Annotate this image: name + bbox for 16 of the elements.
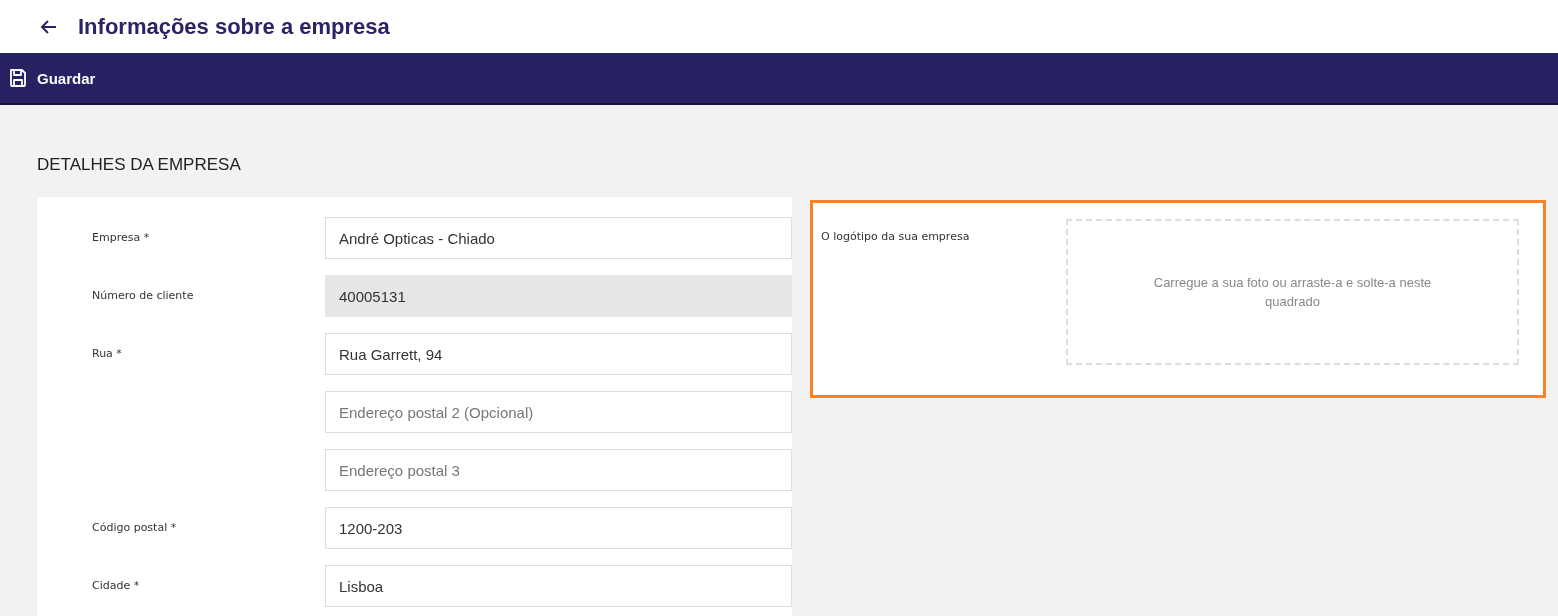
field-label: Cidade *	[92, 579, 140, 592]
input-field[interactable]: Rua Garrett, 94	[325, 333, 792, 375]
input-field[interactable]: Lisboa	[325, 565, 792, 607]
field-label: Código postal *	[92, 521, 177, 534]
logo-label: O logótipo da sua empresa	[821, 230, 970, 243]
field-label: Número de cliente	[92, 289, 194, 302]
section-title: DETALHES DA EMPRESA	[37, 154, 242, 176]
input-field[interactable]: Endereço postal 2 (Opcional)	[325, 391, 792, 433]
save-button[interactable]: Guardar	[0, 64, 104, 92]
input-field[interactable]: André Opticas - Chiado	[325, 217, 792, 259]
field-label: Rua *	[92, 347, 122, 360]
page-title: Informações sobre a empresa	[78, 13, 390, 40]
upload-dropzone[interactable]: Carregue a sua foto ou arraste-a e solte-a neste quadrado	[1066, 219, 1519, 365]
input-field[interactable]: Endereço postal 3	[325, 449, 792, 491]
field-label: Empresa *	[92, 231, 150, 244]
input-field[interactable]: 1200-203	[325, 507, 792, 549]
